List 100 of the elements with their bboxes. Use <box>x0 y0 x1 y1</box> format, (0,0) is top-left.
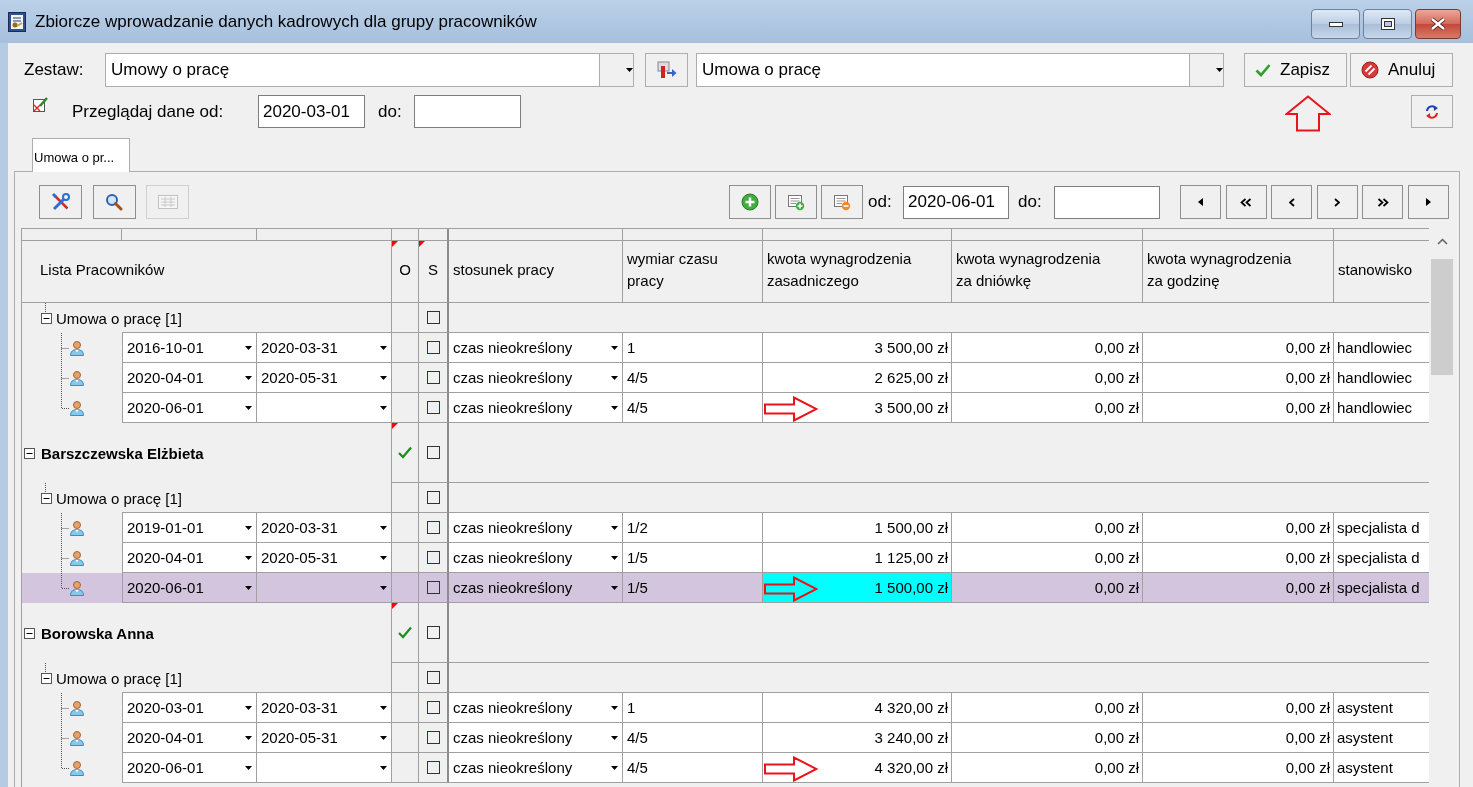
date-dropdown[interactable] <box>257 393 392 423</box>
scrollbar-thumb[interactable] <box>1431 259 1453 375</box>
table-row[interactable]: 2020-03-01 2020-03-31 czas nieokreślony 1 4 320,00 zł 0,00 zł 0,00 zł asystent <box>22 693 1429 723</box>
employment-type-dropdown[interactable]: czas nieokreślony <box>449 513 623 543</box>
checkbox[interactable] <box>426 626 440 639</box>
employment-type-dropdown[interactable]: czas nieokreślony <box>449 693 623 723</box>
checkbox[interactable] <box>426 671 440 684</box>
employment-type-dropdown[interactable]: czas nieokreślony <box>449 363 623 393</box>
collapse-icon[interactable] <box>41 313 52 324</box>
column-header[interactable]: kwota wynagrodzenia za dniówkę <box>952 241 1143 303</box>
date-dropdown[interactable]: 2020-04-01 <box>122 363 257 393</box>
search-button[interactable] <box>92 185 136 219</box>
navigation-button[interactable] <box>1271 185 1313 219</box>
checkbox[interactable] <box>426 341 440 354</box>
employment-type-dropdown[interactable]: czas nieokreślony <box>449 573 623 603</box>
date-dropdown[interactable]: 2016-10-01 <box>122 333 257 363</box>
date-to-field[interactable] <box>414 95 521 128</box>
table-cell: 0,00 zł <box>952 543 1143 573</box>
tab[interactable]: Umowa o pr... <box>32 138 130 172</box>
navigation-button[interactable] <box>1180 185 1222 219</box>
date-dropdown[interactable]: 2020-03-01 <box>122 693 257 723</box>
column-header[interactable]: kwota wynagrodzenia zasadniczego <box>763 241 952 303</box>
date-dropdown[interactable]: 2020-05-31 <box>257 543 392 573</box>
employment-type-dropdown[interactable]: czas nieokreślony <box>449 753 623 783</box>
maximize-button[interactable] <box>1363 9 1412 39</box>
column-header[interactable]: wymiar czasu pracy <box>623 241 763 303</box>
employment-type-dropdown[interactable]: czas nieokreślony <box>449 723 623 753</box>
checkbox[interactable] <box>426 731 440 744</box>
checkbox[interactable] <box>426 311 440 324</box>
checkbox[interactable] <box>426 701 440 714</box>
table-cell: 3 240,00 zł <box>763 723 952 753</box>
column-header[interactable]: stosunek pracy <box>449 241 623 303</box>
refresh-button[interactable] <box>1411 95 1453 128</box>
date-to-field[interactable] <box>1054 185 1161 219</box>
date-dropdown[interactable]: 2020-03-31 <box>257 693 392 723</box>
add-button[interactable] <box>729 185 772 219</box>
table-cell: 0,00 zł <box>952 513 1143 543</box>
navigation-button[interactable] <box>1225 185 1267 219</box>
column-header[interactable]: kwota wynagrodzenia za godzinę <box>1143 241 1334 303</box>
save-button[interactable]: Zapisz <box>1244 52 1347 87</box>
employment-type-dropdown[interactable]: czas nieokreślony <box>449 543 623 573</box>
add-row-button[interactable] <box>775 185 818 219</box>
table-row[interactable]: 2020-04-01 2020-05-31 czas nieokreślony 4/5 2 625,00 zł 0,00 zł 0,00 zł handlowiec <box>22 363 1429 393</box>
remove-row-button[interactable] <box>821 185 864 219</box>
date-from-field[interactable]: 2020-03-01 <box>258 95 365 128</box>
tools-button[interactable] <box>39 185 82 219</box>
table-row[interactable]: 2016-10-01 2020-03-31 czas nieokreślony 1 3 500,00 zł 0,00 zł 0,00 zł handlowiec <box>22 333 1429 363</box>
navigation-button[interactable] <box>1408 185 1449 219</box>
checkbox[interactable] <box>426 551 440 564</box>
table-row[interactable]: 2019-01-01 2020-03-31 czas nieokreślony 1/2 1 500,00 zł 0,00 zł 0,00 zł specjalista d <box>22 513 1429 543</box>
date-dropdown[interactable]: 2020-06-01 <box>122 393 257 423</box>
table-cell: specjalista d <box>1334 513 1429 543</box>
employment-type-dropdown[interactable]: czas nieokreślony <box>449 333 623 363</box>
collapse-icon[interactable] <box>24 627 35 639</box>
checkbox[interactable] <box>426 491 440 504</box>
checkbox[interactable] <box>426 521 440 534</box>
checkbox[interactable] <box>426 371 440 384</box>
navigation-button[interactable] <box>1316 185 1358 219</box>
checkbox[interactable] <box>426 401 440 414</box>
date-dropdown[interactable]: 2020-03-31 <box>257 513 392 543</box>
keypad-icon <box>157 195 178 209</box>
caret-icon <box>611 405 618 410</box>
date-dropdown[interactable]: 2020-05-31 <box>257 723 392 753</box>
template-combo-field[interactable]: Umowa o pracę <box>696 52 1190 87</box>
table-row[interactable]: 2020-06-01 czas nieokreślony 1/5 1 500,00 zł 0,00 zł 0,00 zł specjalista d <box>22 573 1429 603</box>
date-dropdown[interactable]: 2019-01-01 <box>122 513 257 543</box>
date-dropdown[interactable]: 2020-06-01 <box>122 753 257 783</box>
table-cell: 1 <box>623 693 763 723</box>
column-header[interactable]: O <box>392 241 419 303</box>
date-dropdown[interactable]: 2020-05-31 <box>257 363 392 393</box>
search-icon <box>105 193 123 211</box>
table-cell: handlowiec <box>1334 363 1429 393</box>
checkbox[interactable] <box>426 761 440 774</box>
table-row[interactable]: 2020-06-01 czas nieokreślony 4/5 4 320,00 zł 0,00 zł 0,00 zł asystent <box>22 753 1429 783</box>
caret-icon <box>245 345 252 350</box>
date-dropdown[interactable]: 2020-04-01 <box>122 543 257 573</box>
date-from-field[interactable]: 2020-06-01 <box>903 185 1010 219</box>
table-row[interactable]: 2020-04-01 2020-05-31 czas nieokreślony 4/5 3 240,00 zł 0,00 zł 0,00 zł asystent <box>22 723 1429 753</box>
cancel-button[interactable]: Anuluj <box>1350 52 1453 87</box>
person-icon <box>69 550 85 566</box>
chevron-left-icon <box>1288 197 1295 207</box>
card-arrow-button[interactable] <box>645 52 688 87</box>
collapse-icon[interactable] <box>41 493 52 504</box>
checkbox[interactable] <box>426 446 440 459</box>
date-dropdown[interactable]: 2020-04-01 <box>122 723 257 753</box>
date-dropdown[interactable] <box>257 753 392 783</box>
table-row[interactable]: 2020-06-01 czas nieokreślony 4/5 3 500,00 zł 0,00 zł 0,00 zł handlowiec <box>22 393 1429 423</box>
collapse-icon[interactable] <box>41 673 52 684</box>
collapse-icon[interactable] <box>24 447 35 459</box>
checkbox[interactable] <box>426 581 440 594</box>
minimize-button[interactable] <box>1311 9 1360 39</box>
column-header[interactable]: S <box>419 241 449 303</box>
close-button[interactable] <box>1415 9 1461 39</box>
person-icon <box>69 700 85 716</box>
date-dropdown[interactable]: 2020-03-31 <box>257 333 392 363</box>
navigation-button[interactable] <box>1362 185 1404 219</box>
set-combo-field[interactable]: Umowy o pracę <box>105 52 600 87</box>
date-dropdown[interactable]: 2020-06-01 <box>122 573 257 603</box>
employment-type-dropdown[interactable]: czas nieokreślony <box>449 393 623 423</box>
table-row[interactable]: 2020-04-01 2020-05-31 czas nieokreślony 1/5 1 125,00 zł 0,00 zł 0,00 zł specjalista d <box>22 543 1429 573</box>
